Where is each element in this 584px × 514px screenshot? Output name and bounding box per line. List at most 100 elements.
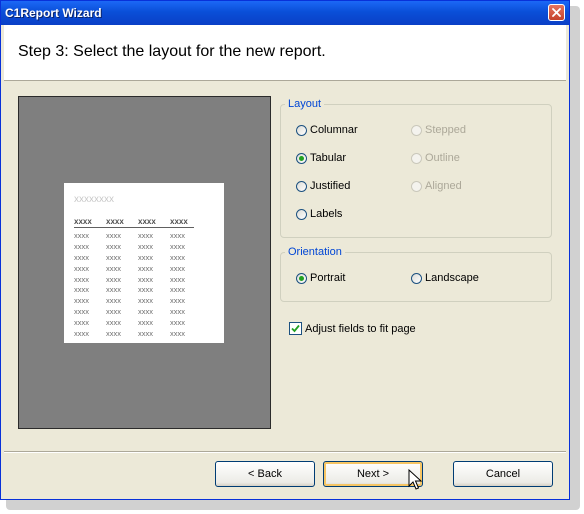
preview-cell: xxxx xyxy=(74,285,89,295)
preview-column-header: xxxx xyxy=(106,217,124,226)
preview-cell: xxxx xyxy=(74,252,89,262)
radio-label: Outline xyxy=(425,152,460,164)
preview-cell: xxxx xyxy=(74,274,89,284)
radio-aligned: Aligned xyxy=(411,180,462,192)
radio-button-disabled xyxy=(411,180,422,192)
adjust-fields-checkbox[interactable]: Adjust fields to fit page xyxy=(289,322,416,335)
preview-row: xxxx xxxx xxxx xxxx xyxy=(74,285,197,296)
preview-cell: xxxx xyxy=(106,285,121,295)
close-button[interactable] xyxy=(548,4,565,21)
radio-label: Stepped xyxy=(425,124,466,136)
title-bar[interactable]: C1Report Wizard xyxy=(1,1,569,25)
layout-group-legend: Layout xyxy=(288,98,322,110)
preview-cell: xxxx xyxy=(138,231,153,240)
preview-cell: xxxx xyxy=(74,329,89,339)
preview-header-rule xyxy=(74,227,194,228)
radio-button-disabled xyxy=(411,152,422,164)
radio-labels[interactable]: Labels xyxy=(296,208,342,220)
preview-cell: xxxx xyxy=(106,329,121,339)
preview-column-header: xxxx xyxy=(74,217,92,226)
cancel-button[interactable]: Cancel xyxy=(453,461,553,487)
preview-cell: xxxx xyxy=(74,296,89,306)
preview-cell: xxxx xyxy=(170,231,185,240)
radio-button-checked[interactable] xyxy=(296,152,307,164)
preview-cell: xxxx xyxy=(106,252,121,262)
mouse-pointer-icon xyxy=(408,469,422,490)
layout-preview: xxxxxxxx xxxx xxxx xxxx xxxx xxxx xxxx xxx… xyxy=(18,96,271,429)
preview-cell: xxxx xyxy=(106,318,121,328)
radio-label: Labels xyxy=(310,208,343,220)
radio-label: Landscape xyxy=(425,272,479,284)
preview-cell: xxxx xyxy=(170,252,185,262)
preview-cell: xxxx xyxy=(106,263,121,273)
step-title: Step 3: Select the layout for the new re… xyxy=(18,43,326,60)
preview-page: xxxxxxxx xxxx xxxx xxxx xxxx xxxx xxxx xxx… xyxy=(64,183,224,343)
preview-cell: xxxx xyxy=(138,241,153,251)
orientation-group-legend: Orientation xyxy=(288,246,342,258)
radio-button[interactable] xyxy=(411,272,422,284)
preview-cell: xxxx xyxy=(170,274,185,284)
back-button[interactable]: < Back xyxy=(215,461,315,487)
radio-button-checked[interactable] xyxy=(296,272,307,284)
preview-cell: xxxx xyxy=(74,231,89,240)
radio-label: Aligned xyxy=(425,180,462,192)
preview-cell: xxxx xyxy=(74,318,89,328)
preview-cell: xxxx xyxy=(138,285,153,295)
radio-tabular[interactable]: Tabular xyxy=(296,152,346,164)
preview-cell: xxxx xyxy=(74,241,89,251)
preview-row: xxxx xxxx xxxx xxxx xyxy=(74,296,197,307)
preview-cell: xxxx xyxy=(170,241,185,251)
preview-cell: xxxx xyxy=(170,296,185,306)
preview-cell: xxxx xyxy=(106,296,121,306)
preview-cell: xxxx xyxy=(138,252,153,262)
preview-cell: xxxx xyxy=(138,296,153,306)
radio-button[interactable] xyxy=(296,208,307,220)
preview-row: xxxx xxxx xxxx xxxx xyxy=(74,318,197,329)
preview-cell: xxxx xyxy=(170,285,185,295)
radio-label: Columnar xyxy=(310,124,358,136)
header-panel: Step 3: Select the layout for the new re… xyxy=(4,25,566,81)
radio-landscape[interactable]: Landscape xyxy=(411,272,479,284)
preview-title-placeholder: xxxxxxxx xyxy=(74,194,114,205)
preview-row: xxxx xxxx xxxx xxxx xyxy=(74,307,197,318)
preview-cell: xxxx xyxy=(138,263,153,273)
preview-cell: xxxx xyxy=(170,307,185,317)
preview-cell: xxxx xyxy=(170,263,185,273)
radio-justified[interactable]: Justified xyxy=(296,180,350,192)
preview-cell: xxxx xyxy=(106,307,121,317)
radio-label: Justified xyxy=(310,180,351,192)
preview-row: xxxx xxxx xxxx xxxx xyxy=(74,231,197,242)
radio-label: Tabular xyxy=(310,152,347,164)
preview-cell: xxxx xyxy=(138,329,153,339)
preview-cell: xxxx xyxy=(106,274,121,284)
preview-column-header: xxxx xyxy=(138,217,156,226)
checkmark-icon xyxy=(291,324,300,333)
radio-button[interactable] xyxy=(296,124,307,136)
preview-column-headers: xxxx xxxx xxxx xxxx xyxy=(74,217,214,226)
preview-cell: xxxx xyxy=(170,318,185,328)
radio-stepped: Stepped xyxy=(411,124,466,136)
preview-cell: xxxx xyxy=(106,231,121,240)
radio-button-disabled xyxy=(411,124,422,136)
radio-button[interactable] xyxy=(296,180,307,192)
preview-cell: xxxx xyxy=(74,307,89,317)
close-icon xyxy=(552,8,561,17)
window-title: C1Report Wizard xyxy=(5,6,102,20)
preview-cell: xxxx xyxy=(138,274,153,284)
footer-divider xyxy=(4,451,566,453)
preview-row: xxxx xxxx xxxx xxxx xyxy=(74,329,197,340)
radio-label: Portrait xyxy=(310,272,346,284)
checkbox[interactable] xyxy=(289,322,302,335)
preview-cell: xxxx xyxy=(106,241,121,251)
radio-columnar[interactable]: Columnar xyxy=(296,124,358,136)
preview-cell: xxxx xyxy=(138,318,153,328)
preview-cell: xxxx xyxy=(170,329,185,339)
checkbox-label: Adjust fields to fit page xyxy=(305,322,416,335)
preview-cell: xxxx xyxy=(138,307,153,317)
preview-row: xxxx xxxx xxxx xxxx xyxy=(74,242,197,253)
preview-column-header: xxxx xyxy=(170,217,188,226)
radio-portrait[interactable]: Portrait xyxy=(296,272,345,284)
preview-row: xxxx xxxx xxxx xxxx xyxy=(74,275,197,286)
preview-row: xxxx xxxx xxxx xxxx xyxy=(74,253,197,264)
wizard-window: C1Report Wizard Step 3: Select the layou… xyxy=(0,0,570,500)
